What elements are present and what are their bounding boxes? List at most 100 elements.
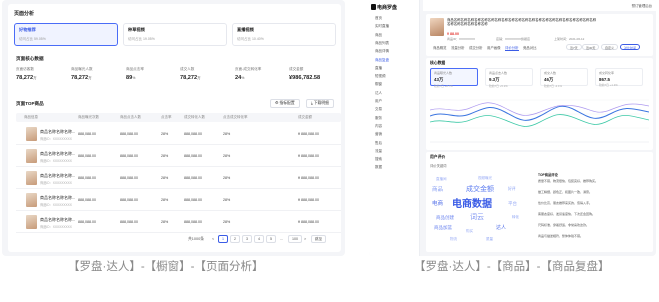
table-cell: 28% [161, 198, 169, 202]
sidebar-item[interactable]: 营销 [375, 132, 382, 137]
metric-config-button[interactable]: ⚙ 指标配置 [270, 99, 300, 108]
review-item: 性价比高，朋友推荐来买的，值得入手。 [538, 201, 593, 205]
sidebar-item[interactable]: 商品复盘 [375, 58, 389, 63]
sidebar-item[interactable]: 用户 [375, 99, 382, 104]
sidebar-item[interactable]: 交易 [375, 107, 382, 112]
product-name: 商品名称名称名称... [40, 129, 76, 134]
tab-portrait[interactable]: 用户画像 [487, 45, 501, 50]
metric-ctr: 商品点击率 89% [126, 67, 144, 81]
kpi-card[interactable]: 商品点击人数 9.3万 较前7日 +5.2% [485, 68, 533, 88]
kpi-delta: 较前7日 +8.7% [434, 84, 453, 88]
table-row[interactable]: 商品名称名称名称... 商品ID：XXXXXXXXX 888,088.00 888,0… [16, 211, 341, 233]
page-button[interactable]: 100 [288, 235, 302, 243]
tab-card-live[interactable]: 直播视频 访问占比 10.40% [232, 23, 336, 46]
sidebar-item[interactable]: 数据 [375, 165, 382, 170]
metric-value: 78,272万 [180, 75, 201, 81]
review-item: 商品与描述相符，整体体验不错。 [538, 234, 584, 238]
word: 直播间 [436, 177, 447, 181]
table-row[interactable]: 商品名称名称名称... 商品ID：XXXXXXXXX 888,088.00 888,0… [16, 123, 341, 145]
metric-label: 商品点击率 [126, 67, 144, 71]
table-row[interactable]: 商品名称名称名称... 商品ID：XXXXXXXXX 888,088.00 888,0… [16, 189, 341, 211]
word: 电商数据 [452, 199, 492, 210]
metric-value: 89% [126, 75, 136, 81]
kpi-card[interactable]: 成交人数 46万 较前7日 -2.1% [540, 68, 588, 88]
tab-card-video[interactable]: 种草视频 访问占比 19.05% [123, 23, 227, 46]
sidebar-item[interactable]: 服务 [375, 116, 382, 121]
product-id: 商品ID：XXXXXXXXX [40, 159, 72, 163]
page-button[interactable]: 1 [218, 235, 228, 243]
download-button[interactable]: ⤓ 下载明细 [306, 99, 334, 108]
table-cell: ¥ 888,088.00 [298, 176, 319, 180]
section-title: 页面分析 [14, 11, 35, 17]
sidebar-item[interactable]: 达人 [375, 91, 382, 96]
table-row[interactable]: 商品名称名称名称... 商品ID：XXXXXXXXX 888,088.00 888,0… [16, 167, 341, 189]
table-header [16, 113, 341, 122]
pill-7d[interactable]: 近7天 [566, 44, 582, 50]
product-shop: 店铺：XXXXXXXX旗舰店 [496, 37, 531, 41]
product-id: 商品ID：XXXXXXXXX [40, 203, 72, 207]
sidebar-item[interactable]: 搜索 [375, 157, 382, 162]
tab-traffic[interactable]: 流量分析 [451, 45, 465, 50]
sidebar-item[interactable]: 直播 [375, 66, 382, 71]
tab-title: 直播视频 [237, 27, 254, 32]
kpi-label: 商品点击人数 [489, 71, 508, 75]
metric-value: 78,272万 [16, 75, 37, 81]
col-header: 点击成交转化率 [223, 115, 248, 119]
sidebar-item[interactable]: 商品列表 [375, 41, 389, 46]
word: 商品 [432, 187, 444, 193]
table-cell: 888,088.00 [120, 176, 138, 180]
pill-custom[interactable]: 自定义 [601, 44, 619, 50]
series-line-blue [430, 105, 649, 121]
sidebar-item[interactable]: 流量 [375, 149, 382, 154]
table-cell: 28% [223, 154, 231, 158]
table-cell: 888,088.00 [120, 198, 138, 202]
tab-deal[interactable]: 成交分析 [469, 45, 483, 50]
pill-compare[interactable]: 对比时间 [620, 44, 641, 50]
top-badge[interactable]: 预订管理后台 [632, 3, 652, 8]
tab-compare[interactable]: 竞品对比 [523, 45, 537, 50]
page-button[interactable]: 4 [254, 235, 264, 243]
sidebar-item[interactable]: 售后 [375, 141, 382, 146]
product-thumbnail [26, 149, 37, 163]
word: 平台 [508, 201, 517, 206]
table-cell: ¥ 888,088.00 [298, 154, 319, 158]
pill-30d[interactable]: 近30天 [582, 44, 600, 50]
table-row[interactable]: 商品名称名称名称... 商品ID：XXXXXXXXX 888,088.00 888,0… [16, 145, 341, 167]
sidebar-item[interactable]: 商品 [375, 33, 382, 38]
tab-sub: 访问占比 19.05% [128, 37, 155, 41]
pagination-prev[interactable]: < [212, 237, 214, 241]
kpi-label: 成交转化率 [599, 71, 615, 75]
tab-card-recommend[interactable]: 好物推荐 访问占比 59.05% [14, 23, 118, 46]
page-jump[interactable]: 跳至 [311, 235, 327, 243]
col-header: 成交金额 [298, 115, 312, 119]
review-item: 做工精细，颜色正，和图片一致，满意。 [538, 190, 593, 194]
table-cell: 888,088.00 [120, 154, 138, 158]
col-header: 商品信息 [24, 115, 38, 119]
sidebar-item[interactable]: 首页 [375, 16, 382, 21]
sidebar-item[interactable]: 商品详情 [375, 49, 389, 54]
kpi-value: 9.3万 [489, 77, 500, 82]
sidebar-item[interactable]: 实时直播 [375, 24, 389, 29]
page-button[interactable]: 2 [230, 235, 240, 243]
tab-overview[interactable]: 商品概览 [433, 45, 447, 50]
product-date: 上架时间：2021-06-12 [554, 37, 585, 41]
review-item: 尺码标准，穿着舒适，非常喜欢这款。 [538, 223, 590, 227]
product-name: 商品名称名称名称... [40, 195, 76, 200]
product-thumbnail [26, 171, 37, 185]
pagination-next[interactable]: > [304, 237, 306, 241]
metric-conversion: 页面-成交转化率 24% [235, 67, 261, 81]
kpi-card[interactable]: 成交转化率 867.5 较前7日 +1.3% [595, 68, 643, 87]
sidebar-item[interactable]: 橱窗 [375, 82, 382, 87]
sidebar-item[interactable]: 短视频 [375, 74, 386, 79]
kpi-card[interactable]: 商品曝光人数 43万 较前7日 +8.7% [430, 68, 478, 88]
page-button[interactable]: 5 [266, 235, 276, 243]
table-cell: 888,088.00 [78, 132, 96, 136]
row-divider [16, 232, 341, 233]
page-button[interactable]: 3 [242, 235, 252, 243]
panel-title: 核心数据 [430, 61, 446, 65]
top-bar: 预订管理后台 [423, 0, 656, 11]
tab-review[interactable]: 评价分析 [505, 45, 519, 51]
sidebar-item[interactable]: 内容 [375, 124, 382, 129]
sidebar: 电商罗盘 首页 实时直播 商品 商品列表 商品详情 商品复盘 直播 短视频 橱窗 达人 用户 交易 服务… [369, 0, 420, 256]
button-label: 指标配置 [279, 101, 295, 105]
